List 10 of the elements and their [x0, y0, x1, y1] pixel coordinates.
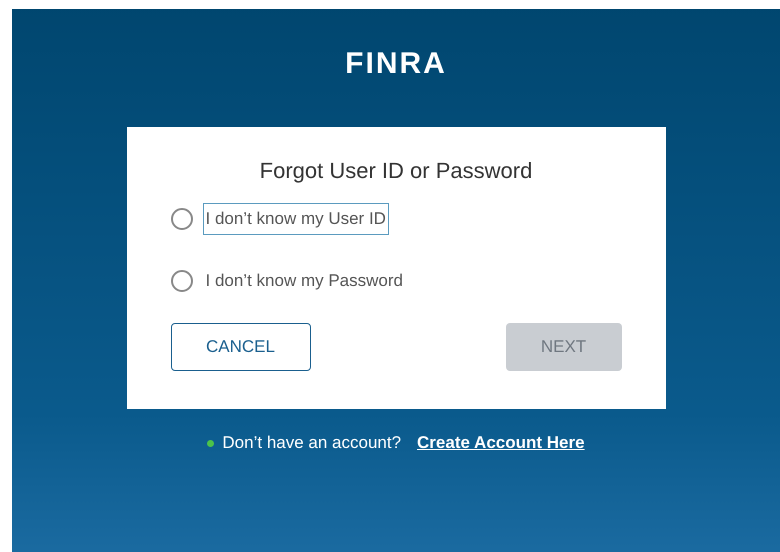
logo: FINRA — [345, 47, 447, 81]
radio-label[interactable]: I don’t know my Password — [202, 265, 406, 297]
radio-button[interactable] — [170, 270, 192, 292]
account-prompt: Don’t have an account? — [222, 433, 402, 453]
dialog-title: Forgot User ID or Password — [260, 157, 532, 185]
create-account-link[interactable]: Create Account Here — [417, 433, 585, 453]
radio-label[interactable]: I don’t know my User ID — [202, 203, 389, 235]
bullet-icon — [207, 440, 214, 446]
radio-button[interactable] — [170, 208, 192, 230]
cancel-button[interactable]: CANCEL — [170, 323, 310, 371]
